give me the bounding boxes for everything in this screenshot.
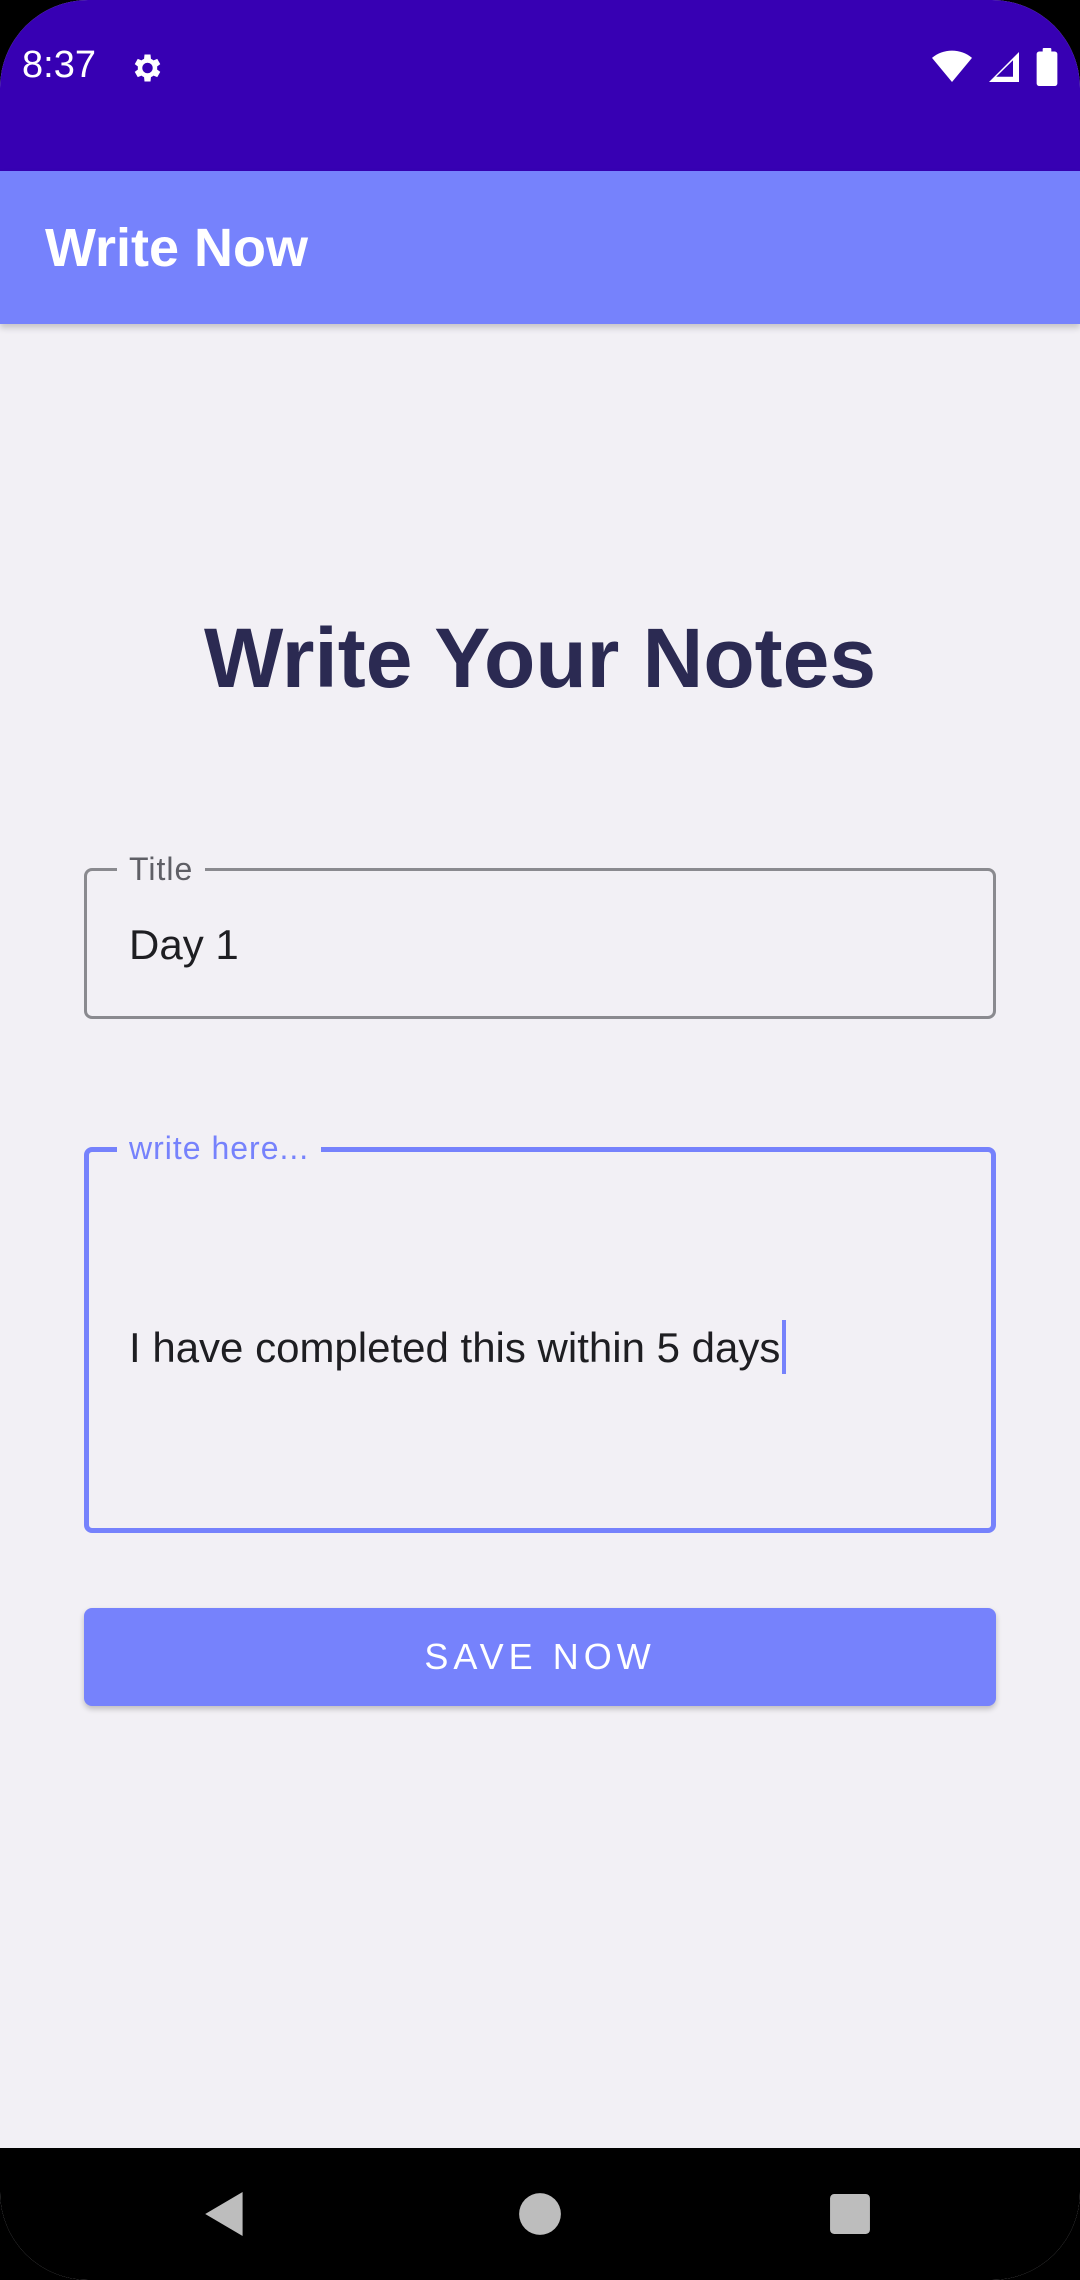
app-screen: 8:37 Write Now Write Your Notes Title Da… xyxy=(0,0,1080,2280)
navigation-bar xyxy=(0,2148,1080,2280)
title-field-value[interactable]: Day 1 xyxy=(129,921,239,969)
title-field-label: Title xyxy=(117,851,206,888)
notes-field[interactable]: write here... I have completed this with… xyxy=(84,1130,996,1533)
notes-field-label: write here... xyxy=(117,1130,322,1167)
notes-field-value[interactable]: I have completed this within 5 days xyxy=(129,1324,780,1371)
page-heading: Write Your Notes xyxy=(203,611,877,705)
text-cursor xyxy=(782,1320,787,1374)
save-now-button[interactable]: SAVE NOW xyxy=(84,1608,996,1706)
app-title: Write Now xyxy=(45,218,309,278)
back-icon[interactable] xyxy=(155,2148,295,2280)
recents-icon[interactable] xyxy=(780,2148,920,2280)
app-bar: Write Now xyxy=(0,171,1080,324)
wifi-icon xyxy=(932,50,972,89)
battery-icon xyxy=(1036,48,1058,91)
status-bar: 8:37 xyxy=(0,0,1080,171)
home-icon[interactable] xyxy=(470,2148,610,2280)
status-icons xyxy=(932,48,1058,91)
notes-field-value-wrap[interactable]: I have completed this within 5 days xyxy=(129,1320,787,1374)
status-time: 8:37 xyxy=(22,44,96,86)
gear-icon xyxy=(128,50,164,86)
title-field[interactable]: Title Day 1 xyxy=(84,851,996,1019)
cellular-signal-icon xyxy=(986,49,1022,90)
